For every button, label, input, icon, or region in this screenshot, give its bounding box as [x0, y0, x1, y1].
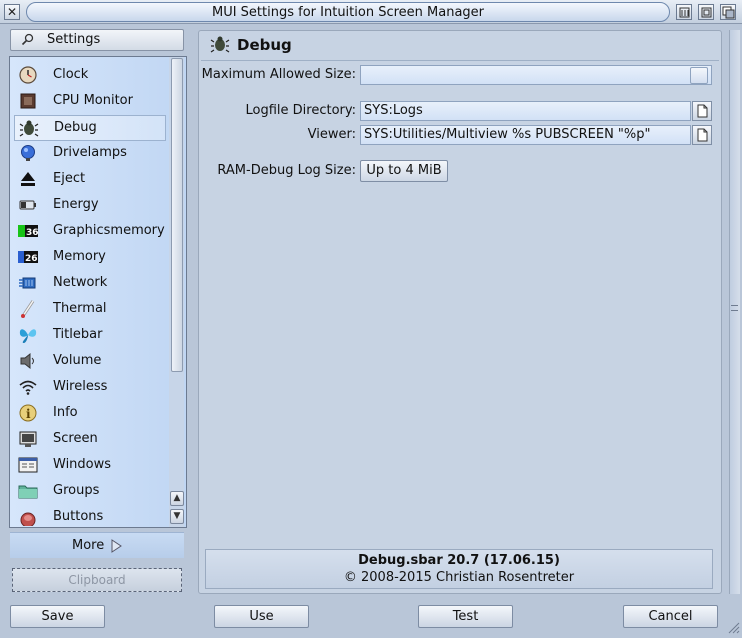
list-scrollbar-thumb[interactable]	[171, 58, 183, 372]
viewer-popup-button[interactable]	[692, 125, 712, 145]
chevron-up-icon: ▲	[173, 493, 181, 503]
module-info-box: Debug.sbar 20.7 (17.06.15) © 2008-2015 C…	[205, 549, 713, 589]
clock-icon	[19, 66, 37, 84]
iconify-icon	[679, 7, 690, 18]
file-icon	[697, 104, 708, 118]
list-item-drivelamps[interactable]: Drivelamps	[14, 141, 164, 165]
network-icon	[19, 277, 36, 289]
buttons-icon	[20, 512, 36, 526]
clipboard-button[interactable]: Clipboard	[12, 568, 182, 592]
scroll-down-button[interactable]: ▼	[170, 509, 184, 524]
depth-icon	[722, 6, 735, 19]
list-item-cpu-monitor[interactable]: CPU Monitor	[14, 89, 164, 113]
drivelamp-icon	[21, 145, 35, 161]
viewer-input[interactable]: SYS:Utilities/Multiview %s PUBSCREEN "%p…	[360, 125, 691, 145]
thermometer-icon	[21, 300, 35, 318]
ram-debug-size-cycle[interactable]: Up to 4 MiB	[360, 160, 448, 182]
list-item-windows[interactable]: Windows	[14, 453, 164, 477]
windows-icon	[18, 457, 38, 473]
bug-icon	[19, 120, 39, 137]
bug-icon	[210, 36, 230, 53]
list-item-energy[interactable]: Energy	[14, 193, 164, 217]
svg-text:26: 26	[25, 254, 38, 264]
iconify-button[interactable]	[676, 4, 692, 20]
max-size-slider[interactable]	[360, 65, 712, 85]
scroll-up-button[interactable]: ▲	[170, 491, 184, 506]
cpu-monitor-icon	[20, 93, 36, 109]
logfile-dir-input[interactable]: SYS:Logs	[360, 101, 691, 121]
logfile-dir-popup-button[interactable]	[692, 101, 712, 121]
zoom-button[interactable]	[698, 4, 714, 20]
window-edge-scroller[interactable]	[729, 30, 740, 594]
max-size-slider-knob[interactable]	[690, 67, 708, 84]
settings-list[interactable]: Clock CPU Monitor Debug Drivelamps Eject…	[9, 56, 187, 528]
svg-text:36: 36	[26, 228, 38, 238]
list-item-wireless[interactable]: Wireless	[14, 375, 164, 399]
save-button[interactable]: Save	[10, 605, 105, 628]
battery-icon	[19, 200, 36, 210]
zoom-icon	[701, 7, 712, 18]
title-divider	[201, 60, 719, 61]
graphics-memory-icon: 36	[18, 225, 38, 238]
settings-search-button[interactable]: Settings	[10, 29, 184, 51]
info-icon: i	[19, 404, 37, 422]
list-item-screen[interactable]: Screen	[14, 427, 164, 451]
more-button[interactable]: More	[10, 532, 184, 558]
list-item-eject[interactable]: Eject	[14, 167, 164, 191]
module-version: Debug.sbar 20.7 (17.06.15)	[358, 553, 560, 568]
close-window-button[interactable]: ✕	[4, 4, 20, 20]
test-button[interactable]: Test	[418, 605, 513, 628]
list-item-titlebar[interactable]: Titlebar	[14, 323, 164, 347]
folder-icon	[18, 485, 38, 499]
use-button[interactable]: Use	[214, 605, 309, 628]
wifi-icon	[19, 380, 37, 395]
module-copyright: © 2008-2015 Christian Rosentreter	[343, 570, 575, 585]
list-item-debug[interactable]: Debug	[14, 115, 166, 141]
file-icon	[697, 128, 708, 142]
list-item-thermal[interactable]: Thermal	[14, 297, 164, 321]
screen-icon	[19, 431, 37, 447]
list-item-network[interactable]: Network	[14, 271, 164, 295]
list-item-info[interactable]: i Info	[14, 401, 164, 425]
list-item-groups[interactable]: Groups	[14, 479, 164, 503]
list-item-memory[interactable]: 26 Memory	[14, 245, 164, 269]
eject-icon	[21, 172, 35, 186]
butterfly-icon	[19, 329, 37, 343]
speaker-icon	[20, 352, 34, 370]
window-title[interactable]: MUI Settings for Intuition Screen Manage…	[26, 2, 670, 22]
memory-icon: 26	[18, 251, 38, 264]
cancel-button[interactable]: Cancel	[623, 605, 718, 628]
list-item-buttons[interactable]: Buttons	[14, 505, 164, 527]
arrow-right-icon	[111, 539, 122, 553]
list-item-graphicsmemory[interactable]: 36 Graphicsmemory	[14, 219, 165, 243]
search-icon	[21, 33, 34, 46]
ram-debug-label: RAM-Debug Log Size:	[217, 163, 356, 178]
depth-button[interactable]	[720, 4, 736, 20]
svg-text:i: i	[26, 407, 31, 421]
settings-label: Settings	[47, 32, 101, 47]
chevron-down-icon: ▼	[173, 511, 181, 521]
logfile-dir-label: Logfile Directory:	[245, 103, 357, 118]
viewer-label: Viewer:	[307, 127, 356, 142]
list-item-clock[interactable]: Clock	[14, 63, 164, 87]
resize-grip-icon[interactable]	[726, 620, 740, 634]
grip-icon	[731, 305, 738, 311]
panel-title: Debug	[237, 36, 292, 54]
list-item-volume[interactable]: Volume	[14, 349, 164, 373]
max-size-label: Maximum Allowed Size:	[201, 67, 356, 82]
